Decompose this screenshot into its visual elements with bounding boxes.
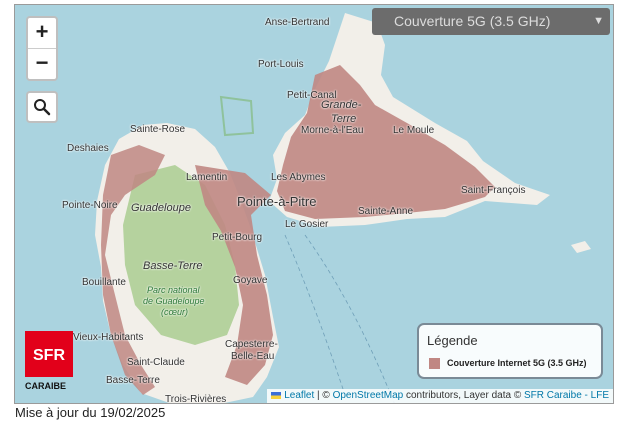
legend-title: Légende <box>427 333 478 348</box>
layer-select[interactable]: Couverture 5G (3.5 GHz) ▼ <box>372 8 610 35</box>
zoom-control: + − <box>26 16 58 81</box>
zoom-out-button[interactable]: − <box>28 48 56 79</box>
leaflet-link[interactable]: Leaflet <box>284 390 314 401</box>
place-label: de Guadeloupe <box>143 296 205 306</box>
attribution-sep: | © <box>314 390 333 401</box>
magnifier-icon <box>34 99 51 116</box>
map-container[interactable]: Anse-Bertrand Port-Louis Petit-Canal Grande… <box>14 4 614 404</box>
legend-panel: Légende Couverture Internet 5G (3.5 GHz) <box>417 323 603 379</box>
sfr-caraibe-logo: SFR CARAIBE <box>25 331 75 395</box>
attribution-mid: contributors, Layer data © <box>403 390 524 401</box>
layer-select-value: Couverture 5G (3.5 GHz) <box>394 13 551 29</box>
place-label: Sainte-Anne <box>358 206 414 217</box>
place-label: Capesterre- <box>225 339 278 350</box>
place-label: Port-Louis <box>258 59 304 70</box>
place-label: Belle-Eau <box>231 351 275 362</box>
search-button[interactable] <box>26 91 58 123</box>
place-label: Les Abymes <box>271 172 326 183</box>
place-label: Terre <box>331 113 357 125</box>
place-label: Le Gosier <box>285 219 329 230</box>
place-label: Goyave <box>233 275 268 286</box>
place-label: Lamentin <box>186 172 228 183</box>
place-label: Vieux-Habitants <box>73 332 144 343</box>
zoom-in-button[interactable]: + <box>28 18 56 48</box>
place-label: Pointe-à-Pitre <box>237 194 317 209</box>
place-label: Anse-Bertrand <box>265 17 330 28</box>
osm-link[interactable]: OpenStreetMap <box>333 390 404 401</box>
place-label: Morne-à-l'Eau <box>301 125 364 136</box>
place-label: Saint-Claude <box>127 357 185 368</box>
place-label: Pointe-Noire <box>62 200 118 211</box>
place-label: Grande- <box>321 99 362 111</box>
place-label: Deshaies <box>67 143 109 154</box>
place-label: Parc national <box>147 285 200 295</box>
place-label: Basse-Terre <box>143 260 203 272</box>
flag-icon <box>271 392 282 399</box>
sfr-caraibe-link[interactable]: SFR Caraibe - LFE <box>524 390 609 401</box>
place-label: Sainte-Rose <box>130 124 186 135</box>
place-label: Basse-Terre <box>106 375 160 386</box>
place-label: Petit-Bourg <box>212 232 263 243</box>
place-label: Le Moule <box>393 125 435 136</box>
update-date-text: Mise à jour du 19/02/2025 <box>15 405 166 420</box>
legend-item-label: Couverture Internet 5G (3.5 GHz) <box>447 358 587 368</box>
place-label: Trois-Rivières <box>165 394 227 404</box>
place-label: Saint-François <box>461 185 526 196</box>
sfr-logo-text: SFR <box>33 347 65 364</box>
place-label: Guadeloupe <box>131 202 191 214</box>
sfr-logo-subtitle: CARAIBE <box>25 381 67 391</box>
place-label: (cœur) <box>161 307 188 317</box>
legend-swatch <box>429 358 440 369</box>
place-label: Bouillante <box>82 277 126 288</box>
map-attribution: Leaflet | © OpenStreetMap contributors, … <box>267 389 613 403</box>
chevron-down-icon: ▼ <box>593 15 604 27</box>
